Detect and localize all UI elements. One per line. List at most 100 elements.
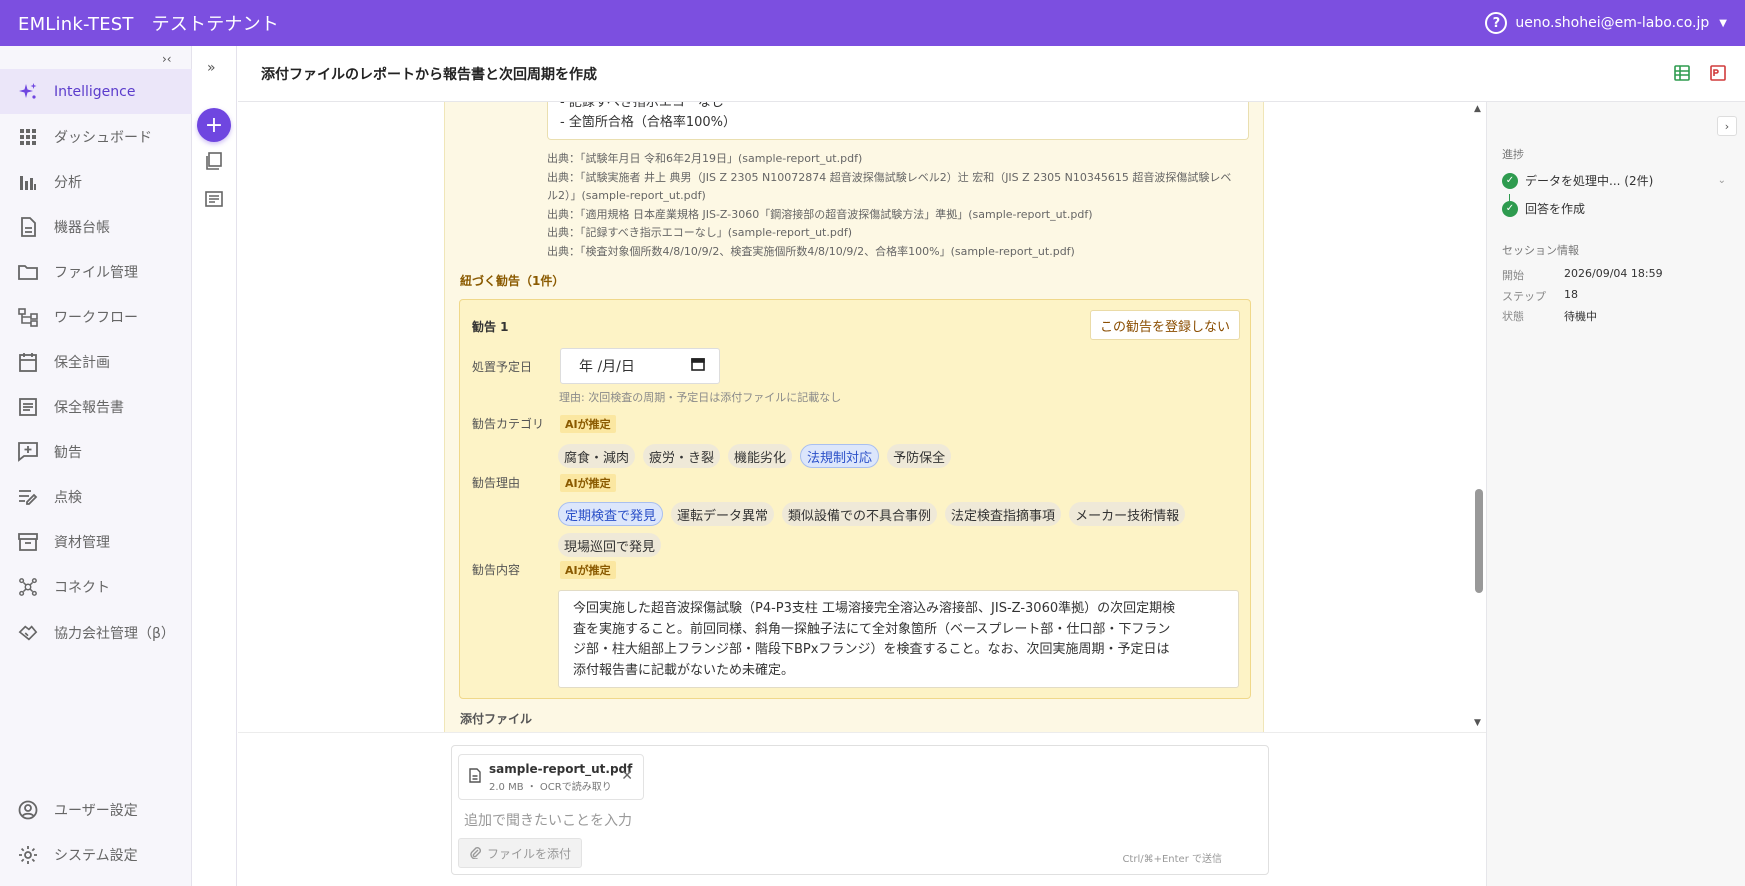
user-menu[interactable]: ? ueno.shohei@em-labo.co.jp ▼ [1485, 12, 1727, 34]
user-circle-icon [18, 800, 38, 820]
message-input[interactable]: 追加で聞きたいことを入力 [464, 810, 632, 830]
brand: EMLink-TEST テストテナント [18, 10, 279, 36]
result-quote: - 記録すべき指示エコーなし - 全箇所合格（合格率100%） [547, 102, 1249, 140]
sidebar-item-connect[interactable]: コネクト [0, 564, 192, 609]
sidebar-item-workflow[interactable]: ワークフロー [0, 294, 192, 339]
composer-area: sample-report_ut.pdf 2.0 MB ・ OCRで読み取り ✕… [238, 732, 1486, 886]
step-label: データを処理中... (2件) [1525, 174, 1654, 188]
bar-chart-icon [18, 172, 38, 192]
source-item: 出典：「記録すべき指示エコーなし」(sample-report_ut.pdf) [547, 226, 852, 239]
collapse-sidebar-icon[interactable]: ›‹ [162, 52, 172, 66]
sidebar-item-intelligence[interactable]: Intelligence [0, 69, 192, 114]
reason-chip[interactable]: 運転データ異常 [671, 502, 775, 526]
reason-chip[interactable]: 類似設備での不具合事例 [782, 502, 938, 526]
collapse-right-panel-icon[interactable]: › [1717, 116, 1737, 136]
sidebar-item-label: 保全報告書 [54, 399, 124, 416]
recommendation-content-textarea[interactable]: 今回実施した超音波探傷試験（P4-P3支柱 工場溶接完全溶込み溶接部、JIS-Z… [558, 590, 1239, 688]
page-title: 添付ファイルのレポートから報告書と次回周期を作成 [261, 66, 597, 83]
new-session-button[interactable]: + [197, 108, 231, 142]
session-row: 開始 2026/09/04 18:59 [1502, 267, 1663, 283]
session-key: 開始 [1502, 269, 1524, 282]
page-header: 添付ファイルのレポートから報告書と次回周期を作成 [238, 46, 1745, 102]
remove-file-icon[interactable]: ✕ [621, 768, 633, 784]
quote-line: - 全箇所合格（合格率100%） [560, 115, 736, 130]
sidebar-item-user-settings[interactable]: ユーザー設定 [0, 787, 192, 832]
reason-chip[interactable]: メーカー技術情報 [1069, 502, 1186, 526]
ai-estimate-badge: AIが推定 [560, 474, 616, 492]
chevron-down-icon[interactable]: ⌄ [1718, 175, 1726, 186]
category-chip-selected[interactable]: 法規制対応 [800, 444, 880, 468]
sidebar-item-partners[interactable]: 協力会社管理（β） [0, 610, 192, 655]
due-date-reason: 理由: 次回検査の周期・予定日は添付ファイルに記載なし [559, 391, 842, 404]
category-chip[interactable]: 疲労・き裂 [643, 444, 721, 468]
source-item: 出典：「試験実施者 井上 典男（JIS Z 2305 N10072874 超音波… [547, 170, 1232, 184]
sidebar-item-label: ファイル管理 [54, 264, 138, 281]
attach-file-button[interactable]: ファイルを添付 [458, 838, 583, 868]
session-value: 待機中 [1564, 310, 1597, 323]
date-placeholder: 年 /月/日 [579, 359, 635, 375]
reason-chip[interactable]: 法定検査指摘事項 [945, 502, 1062, 526]
calendar-picker-icon[interactable] [691, 357, 705, 375]
chat-content[interactable]: - 記録すべき指示エコーなし - 全箇所合格（合格率100%） 出典：「試験年月… [238, 102, 1486, 732]
report-icon [18, 397, 38, 417]
content-line: 添付報告書に記載がないため未確定。 [573, 662, 795, 678]
sessions-icon[interactable] [205, 152, 223, 170]
category-chip[interactable]: 機能劣化 [728, 444, 793, 468]
attachments-label: 添付ファイル [460, 712, 533, 726]
session-key: 状態 [1502, 310, 1524, 323]
category-chip[interactable]: 腐食・減肉 [558, 444, 636, 468]
session-key: ステップ [1502, 290, 1546, 303]
app-name[interactable]: EMLink-TEST [18, 14, 134, 35]
caret-down-icon[interactable]: ▼ [1719, 18, 1727, 29]
sidebar-item-analysis[interactable]: 分析 [0, 159, 192, 204]
user-email[interactable]: ueno.shohei@em-labo.co.jp [1515, 15, 1709, 31]
reason-chip-selected[interactable]: 定期検査で発見 [558, 502, 664, 526]
expand-panel-icon[interactable]: » [207, 60, 216, 76]
due-date-label: 処置予定日 [472, 360, 533, 374]
reason-chip[interactable]: 現場巡回で発見 [558, 533, 662, 557]
file-icon [469, 767, 481, 787]
sidebar-item-system-settings[interactable]: システム設定 [0, 832, 192, 877]
sidebar-item-equipment[interactable]: 機器台帳 [0, 204, 192, 249]
file-meta: 2.0 MB ・ OCRで読み取り [489, 781, 612, 793]
attached-file-chip[interactable]: sample-report_ut.pdf 2.0 MB ・ OCRで読み取り ✕ [458, 754, 644, 800]
sidebar-item-files[interactable]: ファイル管理 [0, 249, 192, 294]
sidebar-item-materials[interactable]: 資材管理 [0, 519, 192, 564]
do-not-register-button[interactable]: この勧告を登録しない [1089, 310, 1240, 340]
archive-icon [18, 532, 38, 552]
source-item: 出典：「試験年月日 令和6年2月19日」(sample-report_ut.pd… [547, 152, 863, 165]
sidebar-item-inspection[interactable]: 点検 [0, 474, 192, 519]
session-value: 18 [1564, 288, 1578, 301]
history-icon[interactable] [205, 190, 223, 208]
scroll-down-icon[interactable]: ▼ [1474, 718, 1481, 728]
sidebar-item-maintenance-plan[interactable]: 保全計画 [0, 339, 192, 384]
pdf-export-icon[interactable] [1709, 64, 1727, 86]
content-line: 今回実施した超音波探傷試験（P4-P3支柱 工場溶接完全溶込み溶接部、JIS-Z… [573, 601, 1176, 616]
top-bar: EMLink-TEST テストテナント ? ueno.shohei@em-labo… [0, 0, 1745, 46]
session-row: 状態 待機中 [1502, 308, 1597, 324]
content-line: ジ部・柱大組部上フランジ部・階段下BPxフランジ）を検査すること。なお、次回実施… [573, 642, 1170, 657]
scroll-up-icon[interactable]: ▲ [1474, 104, 1481, 114]
document-icon [18, 216, 38, 237]
sidebar-item-maintenance-report[interactable]: 保全報告書 [0, 384, 192, 429]
attach-file-label: ファイルを添付 [487, 846, 572, 861]
scrollbar[interactable] [1474, 102, 1486, 732]
handshake-icon [18, 623, 38, 643]
sidebar-item-recommendations[interactable]: 勧告 [0, 429, 192, 474]
workflow-icon [18, 307, 38, 327]
due-date-input[interactable]: 年 /月/日 [560, 348, 720, 384]
send-hint: Ctrl/⌘+Enter で送信 [1122, 854, 1222, 865]
category-label: 勧告カテゴリ [472, 417, 545, 431]
excel-export-icon[interactable] [1673, 64, 1691, 86]
paperclip-icon [469, 845, 481, 862]
progress-step[interactable]: ✓ データを処理中... (2件) ⌄ [1502, 172, 1726, 189]
scrollbar-thumb[interactable] [1475, 489, 1483, 593]
session-value: 2026/09/04 18:59 [1564, 267, 1663, 280]
category-chip[interactable]: 予防保全 [887, 444, 952, 468]
composer[interactable]: sample-report_ut.pdf 2.0 MB ・ OCRで読み取り ✕… [451, 745, 1269, 875]
grid-icon [18, 127, 38, 147]
help-icon[interactable]: ? [1485, 12, 1508, 34]
sidebar-item-label: 保全計画 [54, 354, 110, 371]
sidebar-item-dashboard[interactable]: ダッシュボード [0, 114, 192, 159]
quote-line: - 記録すべき指示エコーなし [560, 102, 724, 110]
